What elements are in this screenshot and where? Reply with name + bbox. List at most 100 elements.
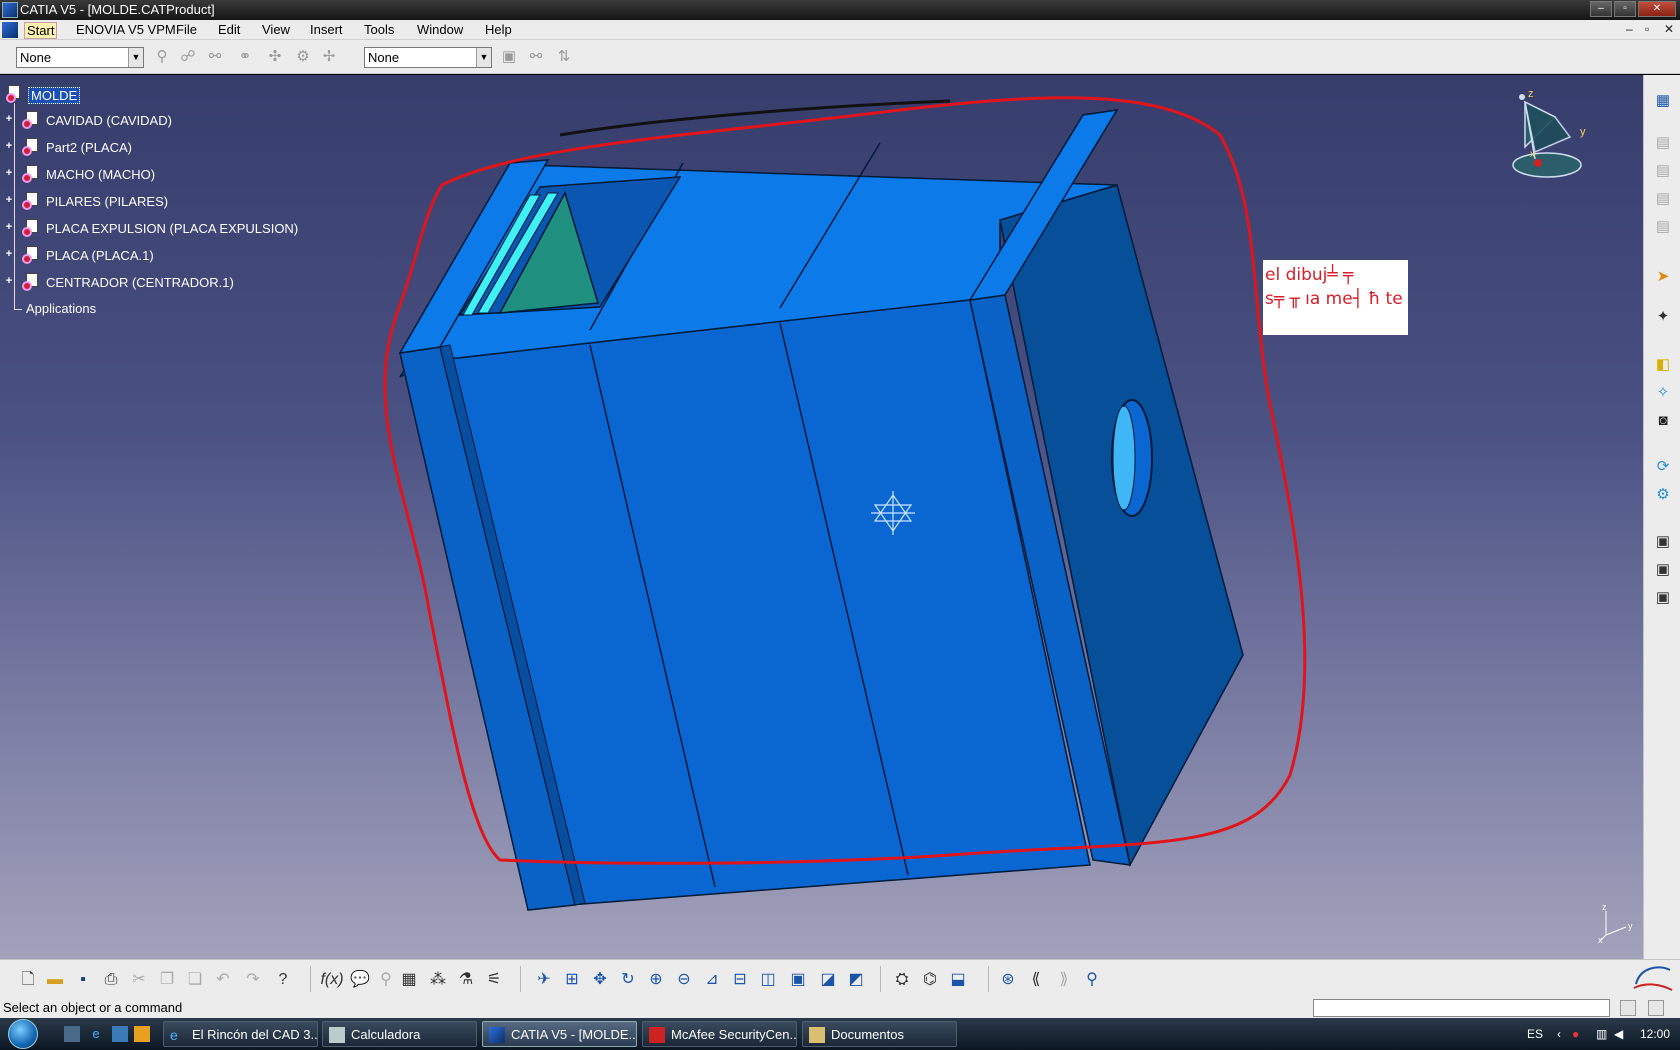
language-indicator[interactable]: ES <box>1527 1027 1543 1041</box>
manipulation-icon[interactable]: ✧ <box>1651 381 1675 405</box>
doc-restore-button[interactable]: ▫ <box>1645 22 1649 36</box>
maximize-button[interactable]: ▫ <box>1614 1 1636 17</box>
compass-icon[interactable]: z y x <box>1510 87 1590 182</box>
expand-icon[interactable]: + <box>4 222 14 233</box>
power-input-icon[interactable] <box>1620 1000 1636 1016</box>
expand-icon[interactable]: + <box>4 276 14 287</box>
menu-file[interactable]: File <box>174 22 199 37</box>
expand-icon[interactable]: + <box>4 141 14 152</box>
snap-icon[interactable]: ◧ <box>1651 353 1675 377</box>
task-catia[interactable]: CATIA V5 - [MOLDE... <box>482 1021 637 1047</box>
camera-icon[interactable]: ◙ <box>1651 409 1675 433</box>
normal-view-icon[interactable]: ⊿ <box>700 968 724 992</box>
document-icon[interactable] <box>2 22 18 38</box>
task-documentos[interactable]: Documentos <box>802 1021 957 1047</box>
fit-all-icon[interactable]: ⊞ <box>560 968 584 992</box>
comment-icon[interactable]: 💬 <box>348 968 372 992</box>
tools-icon[interactable]: ⚟ <box>482 968 506 992</box>
last-icon[interactable]: ⟫ <box>1052 968 1076 992</box>
menu-help[interactable]: Help <box>483 22 514 37</box>
first-icon[interactable]: ⟪ <box>1024 968 1048 992</box>
open-folder-icon[interactable]: ▬ <box>43 968 67 992</box>
show-desktop-icon[interactable] <box>64 1026 80 1042</box>
move-icon[interactable]: ✢ <box>318 46 340 68</box>
chevron-down-icon[interactable]: ▼ <box>476 48 491 67</box>
catalog-icon[interactable]: ⁂ <box>426 968 450 992</box>
iso-view-icon[interactable]: ◫ <box>756 968 780 992</box>
close-button[interactable]: ✕ <box>1638 1 1676 17</box>
expand-icon[interactable]: + <box>4 114 14 125</box>
tree-root-label[interactable]: MOLDE <box>28 87 81 104</box>
menu-start[interactable]: Start <box>24 22 58 39</box>
settings-gear-icon[interactable]: ⚙ <box>1651 483 1675 507</box>
eraser-icon[interactable]: ⬓ <box>946 968 970 992</box>
chevron-down-icon[interactable]: ▼ <box>128 48 143 67</box>
pointer-icon[interactable]: ✦ <box>1651 305 1675 329</box>
hide-show-icon[interactable]: ◪ <box>816 968 840 992</box>
media-player-icon[interactable] <box>134 1026 150 1042</box>
menu-enovia[interactable]: ENOVIA V5 VPM <box>74 22 178 37</box>
film-icon[interactable]: ▣ <box>1651 586 1675 610</box>
component-icon[interactable]: ▤ <box>1651 215 1675 239</box>
minimize-button[interactable]: – <box>1590 1 1612 17</box>
undo-icon[interactable]: ↶ <box>211 968 235 992</box>
knowledge-icon[interactable]: ⚗ <box>454 968 478 992</box>
light-icon[interactable]: ⚲ <box>374 968 398 992</box>
task-calculadora[interactable]: Calculadora <box>322 1021 477 1047</box>
measure-icon[interactable]: ⚯ <box>204 46 226 68</box>
assembly-icon[interactable]: ⛭ <box>890 968 914 992</box>
new-file-icon[interactable]: 🗋 <box>16 968 40 992</box>
target-icon[interactable]: ⊛ <box>996 968 1020 992</box>
search-icon[interactable]: ⚲ <box>1080 968 1104 992</box>
catia-app-icon[interactable] <box>2 2 18 18</box>
expand-icon[interactable]: + <box>4 249 14 260</box>
bolt-icon[interactable]: ☍ <box>177 46 199 68</box>
shading-icon[interactable]: ▣ <box>786 968 810 992</box>
model-geometry[interactable] <box>0 75 1643 959</box>
component-icon[interactable]: ▤ <box>1651 187 1675 211</box>
doc-minimize-button[interactable]: – <box>1626 22 1633 36</box>
select-arrow-icon[interactable]: ➤ <box>1651 265 1675 289</box>
align-icon[interactable]: ⚙ <box>292 46 314 68</box>
cut-icon[interactable]: ✂ <box>127 968 151 992</box>
formula-icon[interactable]: f(x) <box>320 968 344 992</box>
update-icon[interactable]: ⟳ <box>1651 455 1675 479</box>
switch-windows-icon[interactable] <box>112 1026 128 1042</box>
expand-icon[interactable]: + <box>4 195 14 206</box>
swap-space-icon[interactable]: ◩ <box>844 968 868 992</box>
3d-viewport[interactable]: MOLDE + CAVIDAD (CAVIDAD) + Part2 (PLACA… <box>0 75 1643 959</box>
drawing-icon[interactable]: ⌬ <box>918 968 942 992</box>
film-icon[interactable]: ▣ <box>1651 530 1675 554</box>
paste-icon[interactable]: ❏ <box>183 968 207 992</box>
pan-icon[interactable]: ✥ <box>588 968 612 992</box>
network-icon[interactable]: ▥ <box>1596 1027 1607 1041</box>
save-icon[interactable]: ▪ <box>71 968 95 992</box>
zoom-in-icon[interactable]: ⊕ <box>644 968 668 992</box>
tray-expand-icon[interactable]: ‹ <box>1557 1027 1561 1041</box>
light-icon[interactable]: ⚲ <box>151 46 173 68</box>
film-icon[interactable]: ▣ <box>1651 558 1675 582</box>
arrows-icon[interactable]: ⇅ <box>553 46 575 68</box>
table-icon[interactable]: ▦ <box>397 968 421 992</box>
zoom-out-icon[interactable]: ⊖ <box>672 968 696 992</box>
rotate-icon[interactable]: ↻ <box>616 968 640 992</box>
volume-icon[interactable]: ◀ <box>1614 1027 1623 1041</box>
task-mcafee[interactable]: McAfee SecurityCen... <box>642 1021 797 1047</box>
gear-link-icon[interactable]: ⚯ <box>525 46 547 68</box>
redo-icon[interactable]: ↷ <box>241 968 265 992</box>
snap-icon[interactable]: ⚭ <box>234 46 256 68</box>
expand-input-icon[interactable] <box>1648 1000 1664 1016</box>
start-button[interactable] <box>8 1019 38 1049</box>
product-structure-icon[interactable]: ▦ <box>1651 89 1675 113</box>
component-icon[interactable]: ▤ <box>1651 159 1675 183</box>
constraint-icon[interactable]: ✣ <box>264 46 286 68</box>
copy-icon[interactable]: ❐ <box>155 968 179 992</box>
clock[interactable]: 12:00 <box>1640 1027 1670 1041</box>
menu-insert[interactable]: Insert <box>308 22 345 37</box>
menu-view[interactable]: View <box>260 22 292 37</box>
task-rincon-cad[interactable]: e El Rincón del CAD 3... <box>163 1021 318 1047</box>
expand-icon[interactable]: + <box>4 168 14 179</box>
menu-tools[interactable]: Tools <box>362 22 396 37</box>
filter-combo-2[interactable]: None ▼ <box>364 47 492 68</box>
filter-combo-1[interactable]: None ▼ <box>16 47 144 68</box>
